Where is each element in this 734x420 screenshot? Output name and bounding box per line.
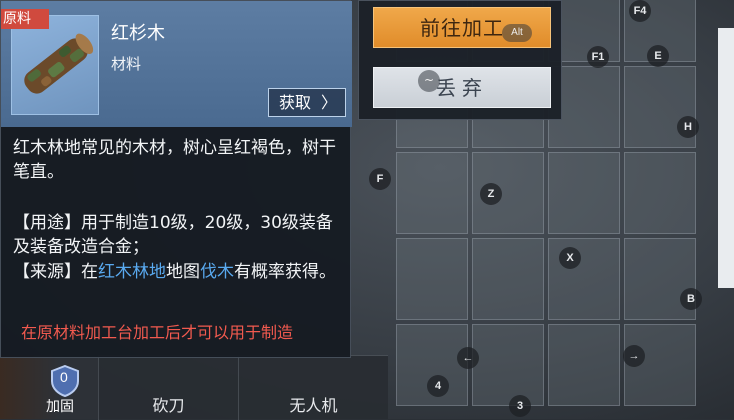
item-description: 红木林地常见的木材，树心呈红褐色，树干笔直。 <box>13 138 336 182</box>
hotkey-badge-right-arrow: → <box>623 345 645 367</box>
wood-log-icon <box>24 33 94 94</box>
source-text: 地图 <box>166 262 200 282</box>
hotkey-badge-h: H <box>677 116 699 138</box>
hotkey-badge-f4: F4 <box>629 0 651 22</box>
hotkey-badge-4: 4 <box>427 375 449 397</box>
item-source: 【来源】在红木林地地图伐木有概率获得。 <box>13 260 343 284</box>
tool-slot-drone[interactable]: 无人机 <box>238 356 388 420</box>
reinforce-count: 0 <box>60 369 68 385</box>
hotkey-badge-3: 3 <box>509 395 531 417</box>
side-panel-edge <box>718 28 734 288</box>
processing-warning: 在原材料加工台加工后才可以用于制造 <box>21 323 294 342</box>
item-name: 红杉木 <box>111 23 165 44</box>
item-usage: 【用途】用于制造10级，20级，30级装备及装备改造合金； <box>13 211 343 259</box>
inventory-cell[interactable] <box>396 238 468 320</box>
tool-slot-label: 砍刀 <box>152 396 185 415</box>
item-detail-panel: 原料 红杉木 材料 获取 〉 红木林地常见的木材，树心呈红褐色，树干笔直。 【用… <box>0 0 352 358</box>
hotkey-badge-b: B <box>680 288 702 310</box>
item-type: 材料 <box>111 55 142 73</box>
reinforce-label: 加固 <box>46 399 74 415</box>
inventory-cell[interactable] <box>548 324 620 406</box>
hotkey-badge-e: E <box>647 45 669 67</box>
inventory-cell[interactable] <box>396 152 468 234</box>
inventory-cell[interactable] <box>472 324 544 406</box>
item-header: 原料 红杉木 材料 获取 〉 <box>1 1 352 127</box>
source-link-logging[interactable]: 伐木 <box>200 262 234 282</box>
chevron-right-icon: 〉 <box>320 93 337 112</box>
obtain-button[interactable]: 获取 〉 <box>268 88 346 117</box>
inventory-cell[interactable] <box>472 238 544 320</box>
hotkey-badge-tilde: ~ <box>418 70 440 92</box>
tool-slot-label: 无人机 <box>289 396 338 415</box>
obtain-label: 获取 <box>279 93 312 112</box>
source-link-map[interactable]: 红木林地 <box>98 262 166 282</box>
hotkey-badge-f1: F1 <box>587 46 609 68</box>
source-prefix: 【来源】 <box>13 262 81 282</box>
source-text: 有概率获得。 <box>234 262 336 282</box>
hotkey-badge-z: Z <box>480 183 502 205</box>
hotkey-badge-x: X <box>559 247 581 269</box>
tool-bar: 砍刀 无人机 <box>98 355 388 420</box>
source-text: 在 <box>81 262 98 282</box>
inventory-cell[interactable] <box>548 238 620 320</box>
usage-prefix: 【用途】 <box>13 213 81 233</box>
item-thumbnail <box>11 15 99 115</box>
hotkey-badge-alt: Alt <box>502 24 532 42</box>
inventory-cell[interactable] <box>548 152 620 234</box>
discard-button[interactable]: 丢弃 <box>373 67 551 108</box>
tool-slot-machete[interactable]: 砍刀 <box>98 356 238 420</box>
item-category-tag: 原料 <box>1 9 49 29</box>
hotkey-badge-left-arrow: ← <box>457 347 479 369</box>
hotkey-badge-f: F <box>369 168 391 190</box>
inventory-cell[interactable] <box>624 152 696 234</box>
